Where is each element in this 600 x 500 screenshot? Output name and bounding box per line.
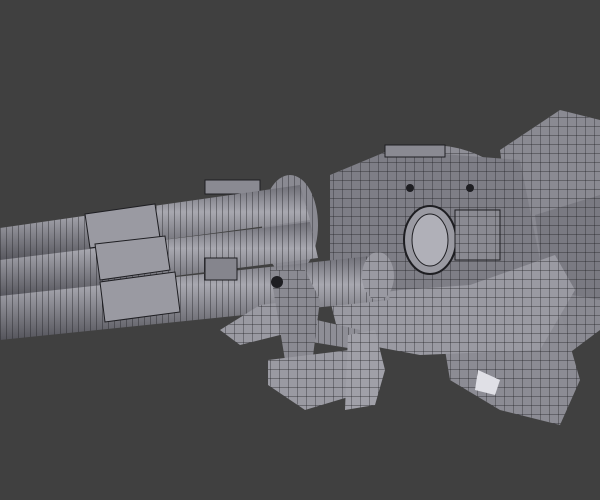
model-render	[0, 110, 600, 425]
3d-viewport[interactable]	[0, 0, 600, 500]
